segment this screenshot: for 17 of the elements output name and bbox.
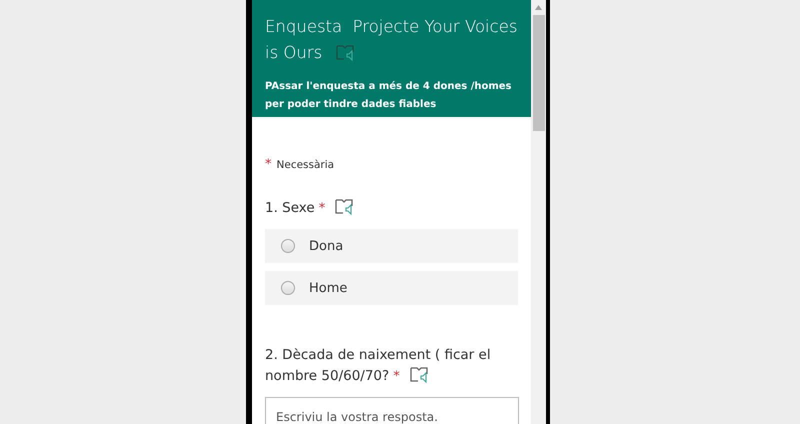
question-title: 2. Dècada de naixement ( ficar el nombre 50/60/70? * bbox=[265, 346, 492, 386]
required-mark: * bbox=[265, 157, 272, 172]
immersive-reader-icon[interactable] bbox=[410, 367, 430, 383]
answer-field[interactable]: Escriviu la vostra resposta. bbox=[265, 397, 519, 424]
immersive-reader-icon[interactable] bbox=[335, 199, 356, 215]
scroll-thumb[interactable] bbox=[532, 15, 544, 131]
scroll-up-icon[interactable] bbox=[535, 5, 542, 10]
form-description: PAssar l'enquesta a més de 4 dones /homes per poder tindre dades fiables bbox=[265, 80, 513, 112]
radio-option[interactable]: Dona bbox=[265, 229, 518, 263]
form-title: Enquesta Projecte Your Voices is Ours bbox=[265, 16, 518, 64]
question-title: 1. Sexe * bbox=[265, 198, 518, 219]
radio-button[interactable] bbox=[281, 239, 295, 253]
scrollbar[interactable] bbox=[531, 0, 546, 424]
radio-option[interactable]: Home bbox=[265, 271, 518, 305]
radio-button[interactable] bbox=[281, 281, 295, 295]
required-note: Necessària bbox=[276, 159, 334, 171]
immersive-reader-icon[interactable] bbox=[336, 45, 356, 61]
